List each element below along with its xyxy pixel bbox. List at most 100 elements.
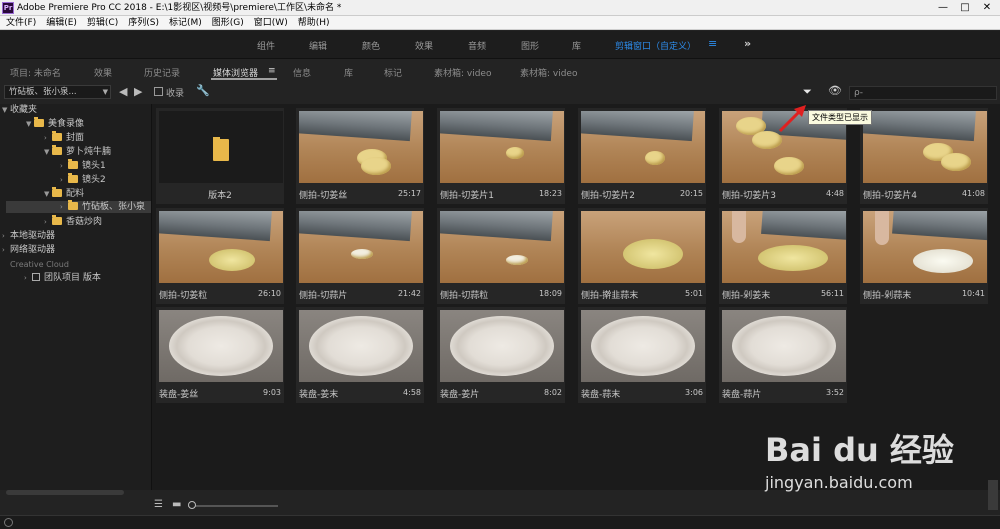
media-card[interactable]: 侧拍-切姜粒 26:10	[156, 208, 284, 304]
right-scrollbar[interactable]	[988, 480, 998, 510]
forward-arrow-icon[interactable]: ▶	[134, 85, 142, 98]
media-browser-menu-icon[interactable]: ≡	[268, 66, 276, 76]
card-duration: 18:23	[538, 189, 562, 198]
location-dropdown[interactable]: 竹砧板、张小泉... ▼	[4, 85, 111, 99]
file-type-filter-icon[interactable]: ⏷	[803, 85, 812, 99]
maximize-button[interactable]: □	[954, 0, 976, 16]
workspace-graphics[interactable]: 图形	[521, 39, 539, 52]
tree-luobo[interactable]: ▼ 萝卜炖牛腩	[44, 145, 111, 158]
media-card[interactable]: 侧拍-切姜片2 20:15	[578, 108, 706, 204]
workspace-menu-icon[interactable]: ≡	[708, 37, 717, 50]
media-card[interactable]: 装盘-姜末 4:58	[296, 307, 424, 403]
media-card[interactable]: 侧拍-擀韭蒜末 5:01	[578, 208, 706, 304]
clip-thumbnail	[440, 111, 564, 183]
tree-favorites[interactable]: ▼ 收藏夹	[2, 104, 37, 116]
media-card[interactable]: 装盘-姜片 8:02	[437, 307, 565, 403]
tab-project[interactable]: 项目: 未命名	[10, 66, 61, 79]
card-name: 侧拍-切姜片4	[863, 191, 917, 201]
premiere-logo-icon: Pr	[2, 2, 14, 14]
menu-clip[interactable]: 剪辑(C)	[81, 16, 122, 30]
menu-window[interactable]: 窗口(W)	[248, 16, 292, 30]
clip-thumbnail	[722, 211, 846, 283]
workspace-assembly[interactable]: 组件	[257, 39, 275, 52]
workspace-editing[interactable]: 编辑	[309, 39, 327, 52]
close-button[interactable]: ✕	[976, 0, 998, 16]
folder-icon	[68, 159, 78, 169]
filter-tooltip: 文件类型已显示	[808, 110, 872, 125]
minimize-button[interactable]: —	[932, 0, 954, 16]
tree-horizontal-scrollbar[interactable]	[6, 490, 124, 495]
icon-view-icon[interactable]: ▬	[172, 500, 184, 510]
media-card[interactable]: 装盘-蒜末 3:06	[578, 307, 706, 403]
media-card[interactable]: 装盘-蒜片 3:52	[719, 307, 847, 403]
clip-thumbnail	[863, 211, 987, 283]
tree-peiliao[interactable]: ▼ 配料	[44, 187, 84, 200]
workspace-color[interactable]: 颜色	[362, 39, 380, 52]
zoom-slider-handle[interactable]	[188, 501, 196, 509]
tree-zhuzhan-selected[interactable]: › 竹砧板、张小泉	[6, 200, 151, 213]
workspace-more-icon[interactable]: »	[744, 37, 751, 50]
media-card[interactable]: 侧拍-切蒜粒 18:09	[437, 208, 565, 304]
tab-info[interactable]: 信息	[293, 66, 311, 79]
media-card-folder[interactable]: 版本2	[156, 108, 284, 204]
tab-markers[interactable]: 标记	[384, 66, 402, 79]
menu-file[interactable]: 文件(F)	[0, 16, 40, 30]
card-name: 装盘-蒜末	[581, 390, 621, 400]
browser-toolbar: 收录 🔧 ⏷ 👁 ρ-	[152, 83, 1000, 103]
tab-library[interactable]: 库	[344, 66, 353, 79]
clip-thumbnail	[581, 211, 705, 283]
card-name: 侧拍-剁姜末	[722, 291, 771, 301]
list-view-icon[interactable]: ☰	[154, 500, 166, 510]
view-as-icon[interactable]: 👁	[828, 84, 842, 97]
back-arrow-icon[interactable]: ◀	[119, 85, 127, 98]
card-name: 侧拍-切姜粒	[159, 291, 208, 301]
workspace-effects[interactable]: 效果	[415, 39, 433, 52]
media-card[interactable]: 侧拍-剁姜末 56:11	[719, 208, 847, 304]
media-card[interactable]: 侧拍-切姜片4 41:08	[860, 108, 988, 204]
tree-jingtou1[interactable]: › 镜头1	[60, 159, 106, 172]
zoom-slider-track[interactable]	[188, 505, 278, 507]
tree-local-drives[interactable]: › 本地驱动器	[2, 230, 55, 242]
card-duration: 9:03	[263, 388, 281, 397]
menu-graphics[interactable]: 图形(G)	[206, 16, 248, 30]
folder-icon	[34, 117, 44, 127]
tree-network-drives[interactable]: › 网络驱动器	[2, 244, 55, 256]
collect-checkbox[interactable]	[154, 87, 163, 96]
card-duration: 3:06	[685, 388, 703, 397]
workspace-audio[interactable]: 音频	[468, 39, 486, 52]
window-title: Adobe Premiere Pro CC 2018 - E:\1影视区\视频号…	[17, 3, 342, 13]
red-arrow-annotation-icon	[778, 105, 806, 133]
menu-sequence[interactable]: 序列(S)	[122, 16, 163, 30]
tab-history[interactable]: 历史记录	[144, 66, 180, 79]
folder-icon	[52, 187, 62, 197]
card-name: 侧拍-切蒜粒	[440, 291, 489, 301]
media-card[interactable]: 侧拍-切姜丝 25:17	[296, 108, 424, 204]
media-card[interactable]: 侧拍-切姜片1 18:23	[437, 108, 565, 204]
tab-bin-video-2[interactable]: 素材箱: video	[520, 66, 577, 79]
wrench-icon[interactable]: 🔧	[196, 84, 210, 97]
card-name: 侧拍-切姜片2	[581, 191, 635, 201]
menu-markers[interactable]: 标记(M)	[163, 16, 206, 30]
card-name: 侧拍-剁蒜末	[863, 291, 912, 301]
clip-thumbnail	[581, 310, 705, 382]
tree-jingtou2[interactable]: › 镜头2	[60, 173, 106, 186]
folder-icon	[52, 131, 62, 141]
menu-edit[interactable]: 编辑(E)	[40, 16, 81, 30]
tree-fengmian[interactable]: › 封面	[44, 131, 84, 144]
chevron-down-icon: ▼	[102, 88, 108, 96]
folder-thumbnail	[159, 111, 283, 183]
tab-bin-video-1[interactable]: 素材箱: video	[434, 66, 491, 79]
tree-meishi[interactable]: ▼ 美食录像	[26, 117, 84, 130]
tree-xianggu[interactable]: › 香菇炒肉	[44, 215, 102, 228]
tab-effects[interactable]: 效果	[94, 66, 112, 79]
card-name: 装盘-姜丝	[159, 390, 199, 400]
media-card[interactable]: 侧拍-切蒜片 21:42	[296, 208, 424, 304]
search-input[interactable]: ρ-	[849, 86, 997, 100]
menu-help[interactable]: 帮助(H)	[292, 16, 334, 30]
tree-team-project[interactable]: › 团队项目 版本	[24, 272, 101, 284]
media-card[interactable]: 侧拍-剁蒜末 10:41	[860, 208, 988, 304]
team-project-icon	[32, 273, 40, 281]
workspace-custom-active[interactable]: 剪辑窗口（自定义）	[615, 39, 696, 52]
media-card[interactable]: 装盘-姜丝 9:03	[156, 307, 284, 403]
workspace-libraries[interactable]: 库	[572, 39, 581, 52]
